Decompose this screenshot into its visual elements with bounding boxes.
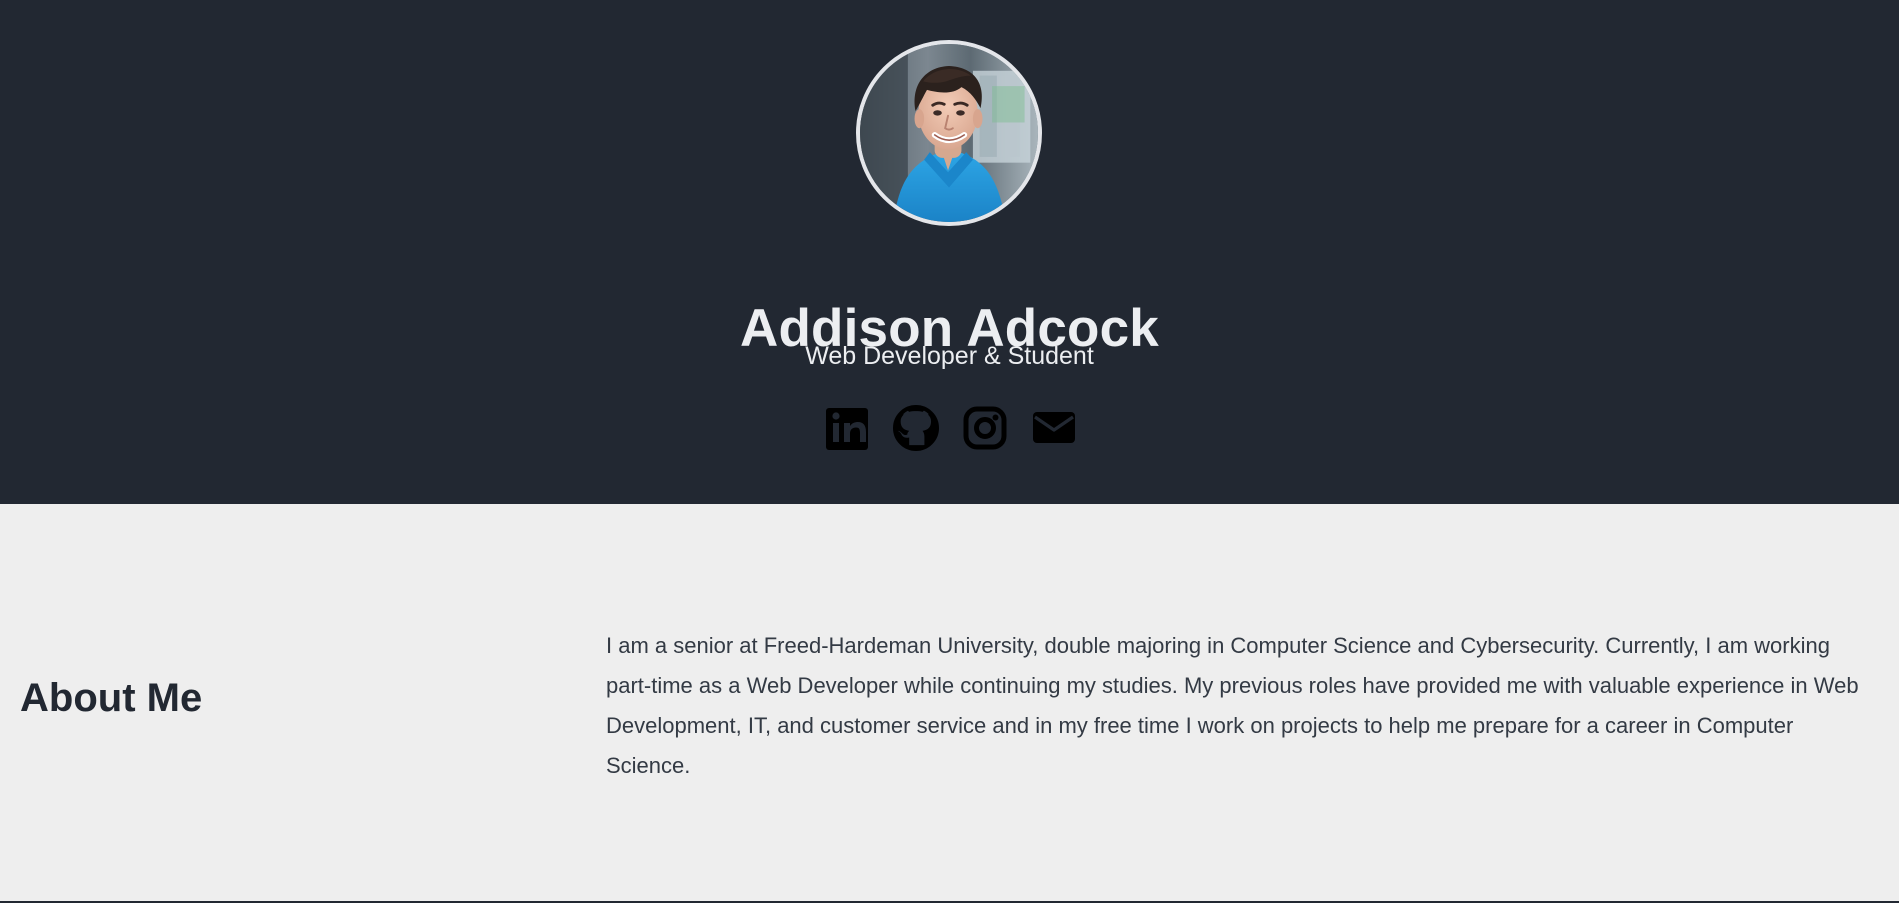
- github-icon: [893, 405, 939, 451]
- email-link[interactable]: [1031, 405, 1077, 451]
- instagram-icon: [963, 406, 1007, 450]
- about-section: About Me I am a senior at Freed-Hardeman…: [0, 504, 1899, 903]
- portfolio-page: Addison Adcock Web Developer & Student A…: [0, 0, 1899, 903]
- profile-photo: [860, 44, 1038, 222]
- about-paragraph: I am a senior at Freed-Hardeman Universi…: [606, 633, 1859, 778]
- profile-avatar: [856, 40, 1042, 226]
- profile-tagline: Web Developer & Student: [805, 342, 1094, 370]
- linkedin-icon: [826, 408, 868, 450]
- about-heading: About Me: [20, 676, 203, 720]
- envelope-icon: [1033, 412, 1075, 443]
- github-link[interactable]: [893, 405, 939, 451]
- instagram-link[interactable]: [962, 405, 1008, 451]
- linkedin-link[interactable]: [824, 405, 870, 451]
- social-links: [824, 405, 1077, 453]
- hero-section: Addison Adcock Web Developer & Student: [0, 0, 1899, 504]
